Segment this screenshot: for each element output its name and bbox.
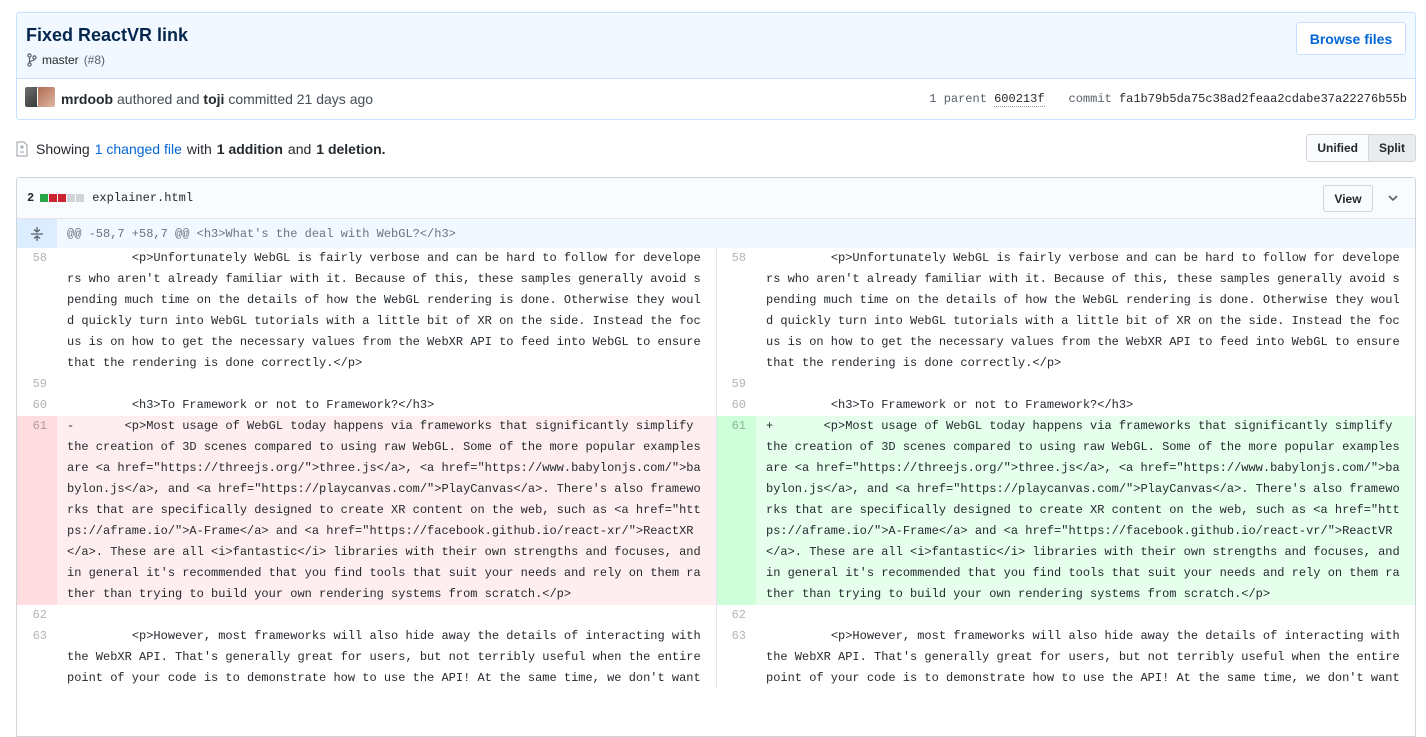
- code-line-left: <p>However, most frameworks will also hi…: [67, 629, 708, 685]
- expand-icon[interactable]: [17, 219, 57, 248]
- commit-title: Fixed ReactVR link: [26, 25, 189, 45]
- line-number-right[interactable]: 60: [715, 395, 756, 416]
- code-line-right: <h3>To Framework or not to Framework?</h…: [766, 398, 1134, 412]
- changed-files-link[interactable]: 1 changed file: [95, 141, 182, 157]
- pr-number[interactable]: (#8): [84, 53, 105, 67]
- deletions-count: 1 deletion.: [316, 141, 386, 157]
- diffstat: [40, 194, 85, 202]
- code-line-right: + <p>Most usage of WebGL today happens v…: [756, 416, 1415, 605]
- code-line-right: [756, 374, 1415, 395]
- branch-info: master (#8): [27, 53, 105, 67]
- showing-text: Showing: [36, 141, 90, 157]
- line-number-left[interactable]: 59: [17, 374, 57, 395]
- line-number-right[interactable]: 63: [715, 626, 756, 689]
- and-text: and: [287, 141, 312, 157]
- code-line-left: <h3>To Framework or not to Framework?</h…: [67, 398, 435, 412]
- line-number-left[interactable]: 63: [17, 626, 57, 689]
- line-number-right[interactable]: 62: [715, 605, 756, 626]
- hunk-text: @@ -58,7 +58,7 @@ <h3>What's the deal wi…: [67, 226, 456, 241]
- line-number-left[interactable]: 61: [17, 416, 57, 605]
- code-line-right: <p>Unfortunately WebGL is fairly verbose…: [766, 251, 1407, 370]
- file-diff: 2 explainer.html View @@ -58,7 +58,7 @@ …: [16, 177, 1416, 737]
- commit-header: Fixed ReactVR link master (#8) Browse fi…: [16, 12, 1416, 120]
- file-change-count: 2: [27, 191, 35, 205]
- table-row: 60 <h3>To Framework or not to Framework?…: [17, 395, 1415, 416]
- parent-label: 1 parent: [929, 92, 987, 106]
- split-diff-table: 58 <p>Unfortunately WebGL is fairly verb…: [17, 248, 1415, 689]
- code-line-right: [756, 605, 1415, 626]
- committed-time: committed 21 days ago: [228, 91, 374, 107]
- author-link[interactable]: mrdoob: [61, 91, 113, 107]
- commit-title-bar: Fixed ReactVR link master (#8) Browse fi…: [17, 13, 1415, 79]
- commit-sha: fa1b79b5da75c38ad2feaa2cdabe37a22276b55b: [1118, 92, 1407, 106]
- unified-button[interactable]: Unified: [1307, 135, 1368, 161]
- table-row: 59 59: [17, 374, 1415, 395]
- code-line-right: <p>However, most frameworks will also hi…: [766, 629, 1407, 685]
- committer-avatar[interactable]: [37, 87, 55, 107]
- parent-sha-link[interactable]: 600213f: [994, 92, 1045, 107]
- commit-meta: mrdoob authored and toji committed 21 da…: [17, 79, 1415, 119]
- code-line-left: [57, 605, 716, 626]
- split-button[interactable]: Split: [1368, 135, 1415, 161]
- commit-authorship: mrdoob authored and toji committed 21 da…: [61, 91, 373, 107]
- branch-icon: [27, 53, 37, 67]
- line-number-right[interactable]: 61: [715, 416, 756, 605]
- authored-text: authored and: [117, 91, 200, 107]
- file-name[interactable]: explainer.html: [92, 191, 193, 205]
- commit-shas: 1 parent 600213f commit fa1b79b5da75c38a…: [929, 92, 1407, 107]
- table-row: 58 <p>Unfortunately WebGL is fairly verb…: [17, 248, 1415, 374]
- code-line-left: [57, 374, 716, 395]
- diff-summary: Showing 1 changed file with 1 addition a…: [16, 134, 1416, 162]
- table-row: 62 62: [17, 605, 1415, 626]
- line-number-left[interactable]: 58: [17, 248, 57, 374]
- line-number-left[interactable]: 62: [17, 605, 57, 626]
- code-line-left: <p>Unfortunately WebGL is fairly verbose…: [67, 251, 708, 370]
- diff-view-toggle: Unified Split: [1306, 134, 1416, 162]
- line-number-left[interactable]: 60: [17, 395, 57, 416]
- commit-label: commit: [1068, 92, 1112, 106]
- line-number-right[interactable]: 58: [715, 248, 756, 374]
- avatar[interactable]: [25, 87, 55, 107]
- file-header: 2 explainer.html View: [17, 178, 1415, 219]
- line-number-right[interactable]: 59: [715, 374, 756, 395]
- committer-link[interactable]: toji: [203, 91, 224, 107]
- additions-count: 1 addition: [216, 141, 283, 157]
- chevron-down-icon[interactable]: [1385, 190, 1401, 206]
- table-row: 61- <p>Most usage of WebGL today happens…: [17, 416, 1415, 605]
- with-text: with: [186, 141, 212, 157]
- file-diff-icon: [16, 141, 28, 157]
- branch-name[interactable]: master: [42, 53, 79, 67]
- table-row: 63 <p>However, most frameworks will also…: [17, 626, 1415, 689]
- code-line-left: - <p>Most usage of WebGL today happens v…: [57, 416, 716, 605]
- view-file-button[interactable]: View: [1323, 185, 1373, 212]
- hunk-header: @@ -58,7 +58,7 @@ <h3>What's the deal wi…: [17, 219, 1415, 248]
- browse-files-button[interactable]: Browse files: [1296, 22, 1406, 55]
